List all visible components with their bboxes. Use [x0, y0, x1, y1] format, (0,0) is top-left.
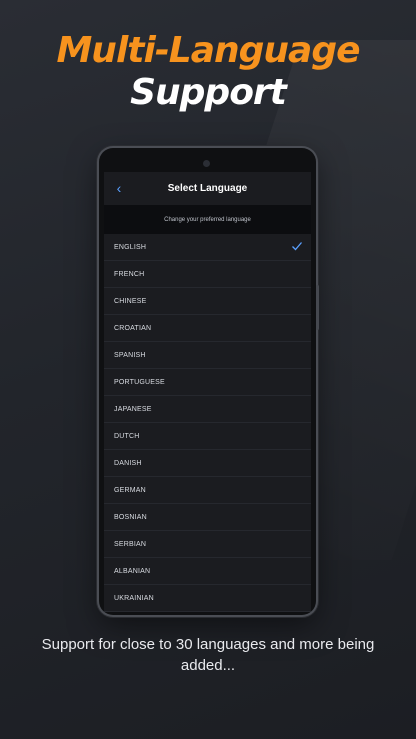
language-item-japanese[interactable]: JAPANESE: [104, 396, 311, 423]
language-item-english[interactable]: ENGLISH: [104, 234, 311, 261]
language-label: ALBANIAN: [114, 567, 151, 575]
language-item-chinese[interactable]: CHINESE: [104, 288, 311, 315]
language-item-spanish[interactable]: SPANISH: [104, 342, 311, 369]
language-label: CHINESE: [114, 297, 147, 305]
language-label: UKRAINIAN: [114, 594, 154, 602]
language-item-albanian[interactable]: ALBANIAN: [104, 558, 311, 585]
language-label: FRENCH: [114, 270, 145, 278]
language-label: BOSNIAN: [114, 513, 147, 521]
language-item-serbian[interactable]: SERBIAN: [104, 531, 311, 558]
language-item-portuguese[interactable]: PORTUGUESE: [104, 369, 311, 396]
language-item-croatian[interactable]: CROATIAN: [104, 315, 311, 342]
side-button: [316, 285, 319, 330]
language-label: JAPANESE: [114, 405, 152, 413]
headline: Multi-Language Support: [0, 30, 416, 114]
language-label: GERMAN: [114, 486, 146, 494]
subtitle-text: Change your preferred language: [164, 216, 251, 223]
app-bar: ‹ Select Language: [104, 172, 311, 205]
language-item-german[interactable]: GERMAN: [104, 477, 311, 504]
language-label: ENGLISH: [114, 243, 147, 251]
language-label: DANISH: [114, 459, 142, 467]
subtitle-bar: Change your preferred language: [104, 205, 311, 234]
language-item-bosnian[interactable]: BOSNIAN: [104, 504, 311, 531]
headline-line2: Support: [130, 72, 287, 113]
language-label: SERBIAN: [114, 540, 147, 548]
language-item-dutch[interactable]: DUTCH: [104, 423, 311, 450]
language-list: ENGLISH FRENCH CHINESE CROATIAN SPANISH PORTU…: [104, 234, 311, 612]
chevron-left-icon[interactable]: ‹: [112, 181, 126, 195]
language-item-danish[interactable]: DANISH: [104, 450, 311, 477]
language-label: DUTCH: [114, 432, 140, 440]
page-title: Select Language: [167, 183, 248, 194]
phone-frame: ‹ Select Language Change your preferred …: [99, 148, 316, 615]
checkmark-icon: [292, 242, 302, 251]
language-label: PORTUGUESE: [114, 378, 165, 386]
headline-line1: Multi-Language: [56, 30, 360, 71]
language-item-french[interactable]: FRENCH: [104, 261, 311, 288]
language-label: SPANISH: [114, 351, 146, 359]
phone-screen: ‹ Select Language Change your preferred …: [104, 172, 311, 612]
caption: Support for close to 30 languages and mo…: [41, 636, 375, 674]
language-item-ukrainian[interactable]: UKRAINIAN: [104, 585, 311, 612]
language-label: CROATIAN: [114, 324, 152, 332]
camera-icon: [203, 160, 210, 167]
